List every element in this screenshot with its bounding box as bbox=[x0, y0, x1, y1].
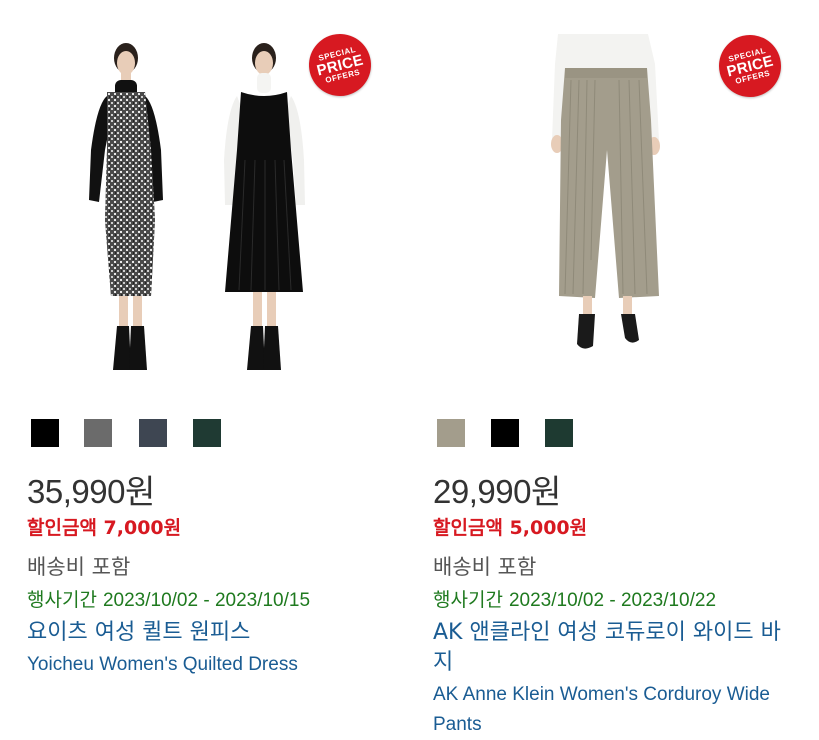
color-swatch-black[interactable] bbox=[491, 419, 519, 447]
price-value: 35,990 bbox=[27, 473, 125, 510]
color-swatch-dark-green[interactable] bbox=[545, 419, 573, 447]
product-card: SPECIAL PRICE OFFERS 35,990원 할인금액 7,000원… bbox=[27, 0, 407, 739]
color-swatch-grey-tweed[interactable] bbox=[84, 419, 112, 447]
discount-value: 7,000원 bbox=[103, 517, 182, 539]
product-name-korean[interactable]: 요이츠 여성 퀼트 원피스 bbox=[27, 618, 387, 648]
product-name-english[interactable]: Yoicheu Women's Quilted Dress bbox=[27, 650, 387, 680]
discount-amount: 할인금액 7,000원 bbox=[27, 513, 181, 540]
model-figure bbox=[551, 34, 660, 349]
color-swatch-black[interactable] bbox=[31, 419, 59, 447]
discount-value: 5,000원 bbox=[509, 517, 588, 539]
shipping-info: 배송비 포함 bbox=[27, 555, 131, 579]
model-figure bbox=[89, 43, 163, 370]
product-price: 29,990원 bbox=[433, 465, 561, 513]
product-name-english[interactable]: AK Anne Klein Women's Corduroy Wide Pant… bbox=[433, 680, 793, 740]
price-currency: 원 bbox=[124, 472, 155, 511]
product-name-korean[interactable]: AK 앤클라인 여성 코듀로이 와이드 바지 bbox=[433, 618, 793, 678]
product-card: SPECIAL PRICE OFFERS 29,990원 할인금액 5,000원… bbox=[433, 0, 813, 739]
product-image[interactable]: SPECIAL PRICE OFFERS bbox=[433, 0, 793, 390]
discount-amount: 할인금액 5,000원 bbox=[433, 513, 587, 540]
price-currency: 원 bbox=[530, 472, 561, 511]
period-dates: 2023/10/02 - 2023/10/15 bbox=[102, 590, 311, 611]
shipping-info: 배송비 포함 bbox=[433, 555, 537, 579]
price-value: 29,990 bbox=[433, 473, 531, 510]
product-price: 35,990원 bbox=[27, 465, 155, 513]
period-label: 행사기간 bbox=[433, 589, 503, 611]
product-image[interactable]: SPECIAL PRICE OFFERS bbox=[27, 0, 387, 390]
period-dates: 2023/10/02 - 2023/10/22 bbox=[508, 590, 717, 611]
color-swatch-khaki[interactable] bbox=[437, 419, 465, 447]
discount-label: 할인금액 bbox=[433, 517, 503, 539]
period-label: 행사기간 bbox=[27, 589, 97, 611]
color-swatch-dark-green[interactable] bbox=[193, 419, 221, 447]
promotion-period: 행사기간 2023/10/02 - 2023/10/15 bbox=[27, 585, 310, 612]
color-swatch-navy-tweed[interactable] bbox=[139, 419, 167, 447]
promotion-period: 행사기간 2023/10/02 - 2023/10/22 bbox=[433, 585, 716, 612]
model-figure bbox=[224, 43, 305, 370]
discount-label: 할인금액 bbox=[27, 517, 97, 539]
